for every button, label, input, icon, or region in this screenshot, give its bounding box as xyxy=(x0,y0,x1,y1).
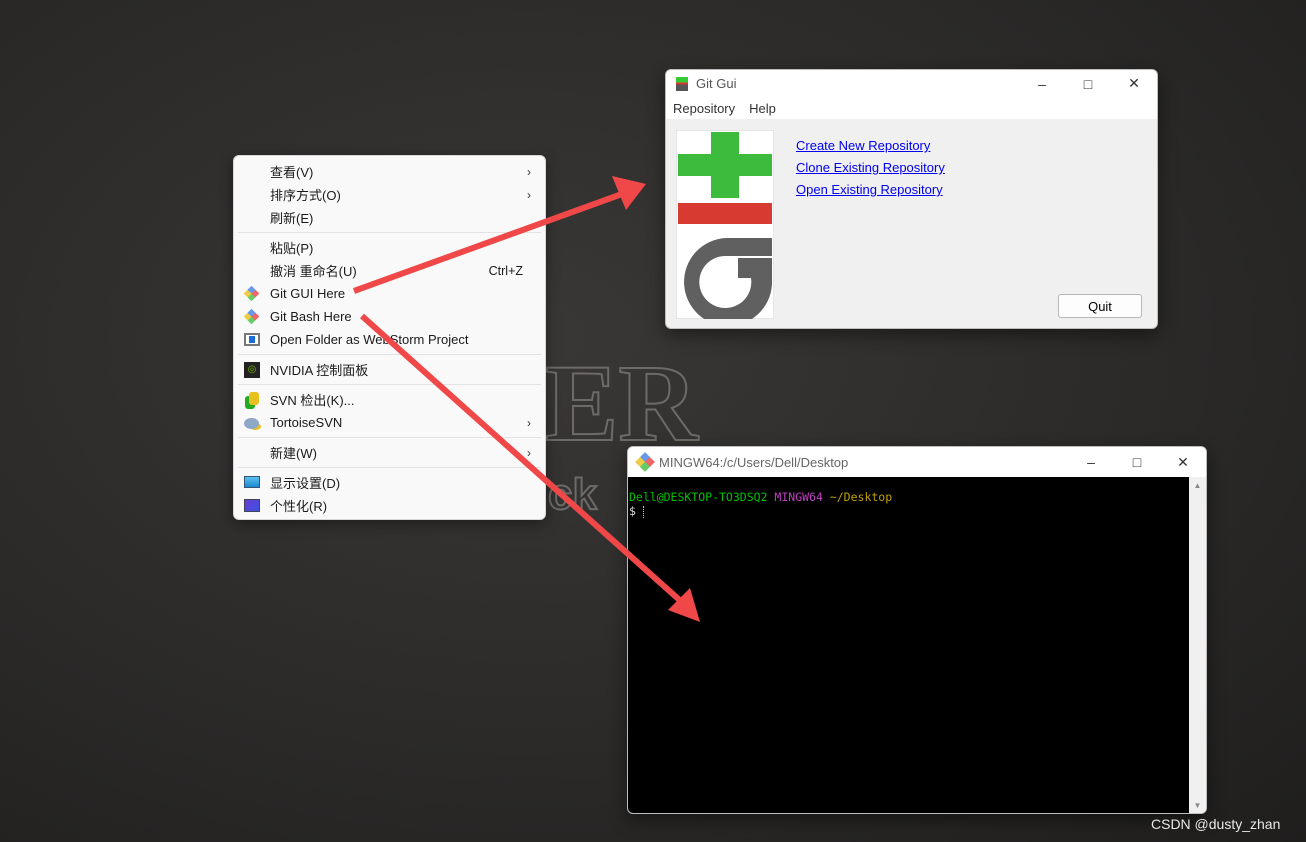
arrow-to-git-gui xyxy=(352,191,624,294)
annotation-arrows xyxy=(352,176,700,622)
watermark: CSDN @dusty_zhan xyxy=(1151,816,1281,832)
arrow-to-git-bash xyxy=(360,313,686,607)
